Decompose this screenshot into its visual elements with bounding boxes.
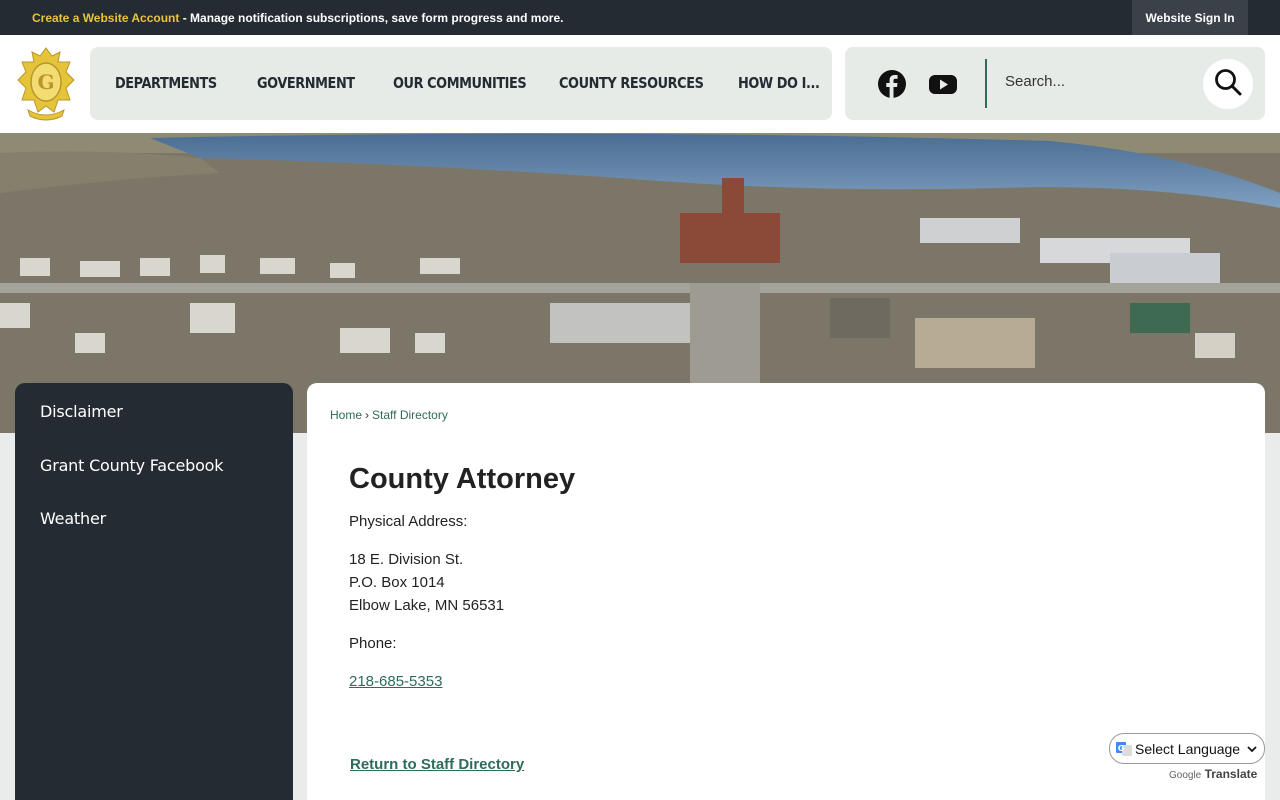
google-logo-text: Google (1169, 770, 1202, 781)
county-seal-logo[interactable]: G (14, 44, 78, 124)
google-translate-icon: G (1116, 741, 1132, 757)
search-button[interactable] (1203, 59, 1253, 109)
chevron-down-icon (1246, 742, 1258, 758)
breadcrumb-separator: › (365, 408, 370, 422)
tools-divider (985, 59, 987, 108)
sidebar-item-weather[interactable]: Weather (40, 509, 106, 528)
address-label: Physical Address: (349, 513, 468, 530)
nav-government[interactable]: GOVERNMENT (257, 74, 355, 92)
nav-departments[interactable]: DEPARTMENTS (115, 74, 217, 92)
sidebar-item-grant-county-facebook[interactable]: Grant County Facebook (40, 456, 224, 475)
powered-by-google-translate[interactable]: Google Translate (1169, 767, 1257, 781)
nav-how-do-i[interactable]: HOW DO I... (738, 74, 820, 92)
header-tools (845, 47, 1265, 120)
site-header: G DEPARTMENTS GOVERNMENT OUR COMMUNITIES… (0, 35, 1280, 133)
breadcrumb: Home › Staff Directory (330, 408, 448, 422)
breadcrumb-home[interactable]: Home (330, 408, 362, 422)
account-promo: Create a Website Account - Manage notifi… (32, 11, 563, 25)
address-line-1: 18 E. Division St. (349, 551, 464, 568)
nav-county-resources[interactable]: COUNTY RESOURCES (559, 74, 704, 92)
breadcrumb-staff-directory[interactable]: Staff Directory (372, 408, 448, 422)
language-select[interactable]: G Select Language (1109, 733, 1265, 764)
sign-in-button[interactable]: Website Sign In (1132, 0, 1248, 35)
phone-label: Phone: (349, 635, 397, 652)
account-promo-text: - Manage notification subscriptions, sav… (179, 11, 564, 25)
top-bar: Create a Website Account - Manage notifi… (0, 0, 1280, 35)
return-to-staff-directory-link[interactable]: Return to Staff Directory (350, 756, 524, 773)
svg-text:G: G (37, 70, 54, 94)
main-nav: DEPARTMENTS GOVERNMENT OUR COMMUNITIES C… (90, 47, 832, 120)
translate-label: Translate (1204, 767, 1258, 781)
page-title: County Attorney (349, 463, 576, 495)
address-line-2: P.O. Box 1014 (349, 574, 445, 591)
phone-link[interactable]: 218-685-5353 (349, 673, 442, 690)
nav-our-communities[interactable]: OUR COMMUNITIES (393, 74, 527, 92)
create-account-link[interactable]: Create a Website Account (32, 11, 179, 25)
facebook-icon[interactable] (877, 69, 907, 99)
youtube-icon[interactable] (928, 69, 958, 99)
sidebar-item-disclaimer[interactable]: Disclaimer (40, 402, 123, 421)
svg-text:G: G (1118, 744, 1125, 753)
address-line-3: Elbow Lake, MN 56531 (349, 597, 505, 614)
language-select-label: Select Language (1135, 740, 1241, 757)
sidebar: Disclaimer Grant County Facebook Weather (15, 383, 293, 800)
search-input[interactable] (1005, 73, 1195, 90)
search-icon (1213, 67, 1243, 102)
